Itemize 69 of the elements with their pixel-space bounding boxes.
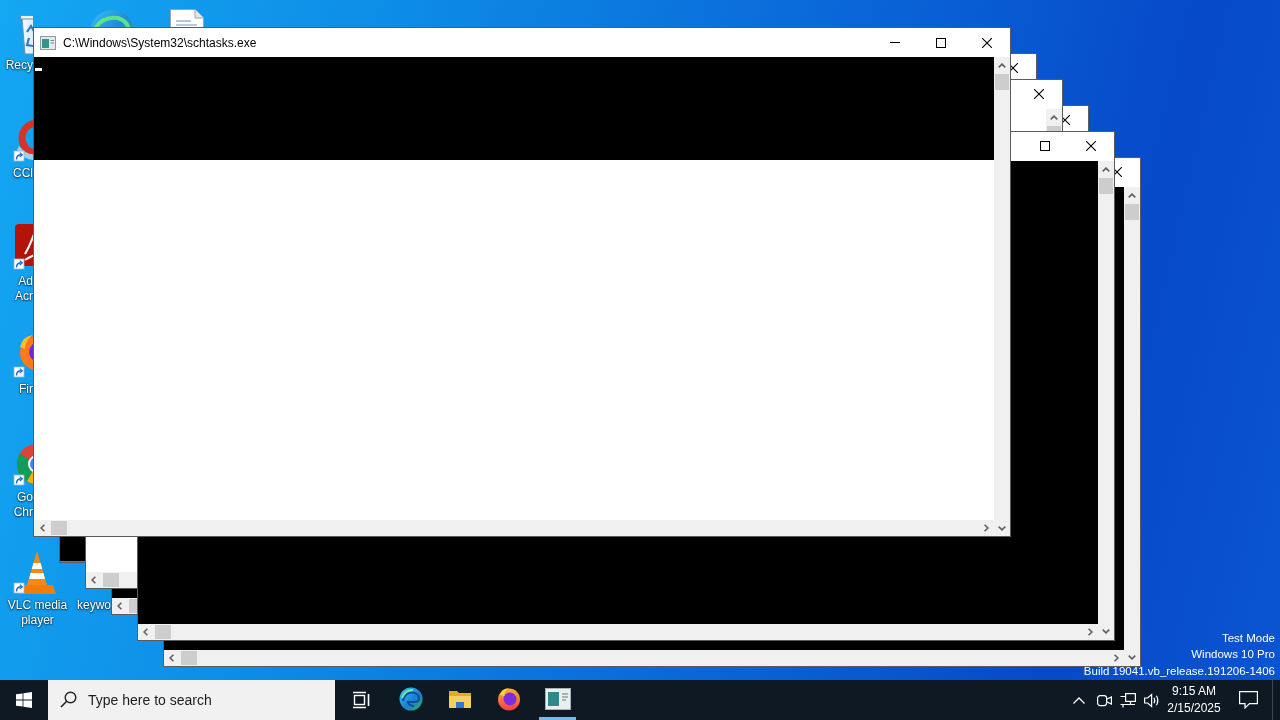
icon-label: Go Chr: [12, 490, 33, 520]
scroll-thumb[interactable]: [155, 625, 171, 639]
scroll-thumb[interactable]: [129, 599, 137, 613]
windows-logo-icon[interactable]: [16, 692, 32, 708]
vertical-scrollbar[interactable]: [1046, 109, 1062, 131]
chevron-right-icon: [1114, 654, 1119, 662]
chevron-up-icon[interactable]: [1073, 696, 1085, 704]
speaker-icon[interactable]: [1144, 692, 1160, 708]
horizontal-scrollbar[interactable]: [86, 572, 137, 588]
folder-icon[interactable]: [447, 688, 472, 709]
close-icon: [1011, 63, 1018, 73]
window-title: C:\Windows\System32\schtasks.exe: [63, 35, 257, 50]
vertical-scrollbar[interactable]: [994, 57, 1010, 536]
camera-icon[interactable]: [1096, 692, 1112, 708]
scroll-thumb[interactable]: [995, 74, 1009, 90]
close-icon: [1086, 141, 1096, 151]
maximize-icon: [1040, 141, 1050, 151]
chevron-left-icon: [39, 524, 45, 532]
scroll-thumb[interactable]: [103, 573, 119, 587]
close-icon: [1034, 89, 1044, 99]
vertical-scrollbar[interactable]: [1098, 161, 1114, 640]
icon-label: CCl: [12, 166, 33, 181]
scroll-thumb[interactable]: [1047, 126, 1061, 131]
chevron-up-icon: [1128, 193, 1136, 198]
vertical-scrollbar[interactable]: [1124, 187, 1140, 666]
chevron-left-icon: [169, 654, 174, 662]
icon-label: VLC media player: [6, 598, 69, 628]
close-icon: [1115, 167, 1122, 177]
swirl-icon[interactable]: [398, 686, 423, 711]
scroll-thumb[interactable]: [1099, 178, 1113, 194]
network-icon[interactable]: [1120, 692, 1136, 708]
horizontal-scrollbar[interactable]: [34, 520, 994, 536]
icon-label: Ad Acr: [14, 274, 33, 304]
system-info-text: Build 19041.vb_release.191206-1406: [1083, 663, 1275, 679]
speech-bubble-icon[interactable]: [1238, 691, 1258, 709]
chevron-left-icon: [143, 628, 148, 636]
search-icon: [60, 691, 77, 708]
app-icon[interactable]: [13, 224, 33, 272]
scroll-thumb[interactable]: [51, 521, 67, 535]
console-icon[interactable]: [544, 687, 571, 710]
chevron-right-icon: [983, 524, 989, 532]
minimize-icon: [890, 42, 900, 43]
horizontal-scrollbar[interactable]: [164, 650, 1124, 666]
icon-label: Recy: [4, 58, 33, 73]
scroll-thumb[interactable]: [181, 651, 197, 665]
icon-label: Fir: [18, 382, 33, 397]
horizontal-scrollbar[interactable]: [138, 624, 1098, 640]
chevron-down-icon: [998, 525, 1006, 531]
chevron-down-icon: [1128, 655, 1136, 660]
chevron-down-icon: [1102, 629, 1110, 634]
close-icon: [982, 37, 992, 48]
scroll-thumb[interactable]: [1125, 204, 1139, 220]
system-info-text: Test Mode: [1221, 630, 1275, 646]
chevron-up-icon: [1102, 167, 1110, 172]
chevron-left-icon: [91, 576, 96, 584]
chevron-up-icon: [1050, 115, 1058, 120]
system-info-text: Windows 10 Pro: [1191, 647, 1275, 662]
close-icon: [1063, 115, 1070, 125]
search-field[interactable]: Type here to search: [48, 680, 335, 720]
horizontal-scrollbar[interactable]: [112, 598, 137, 614]
console-icon: [40, 35, 56, 50]
chevron-up-icon: [998, 62, 1006, 68]
task-view-icon[interactable]: [351, 691, 370, 709]
chevron-left-icon: [117, 602, 122, 610]
icon-label: keywo: [76, 598, 111, 613]
clock-button[interactable]: 9:15 AM 2/15/2025: [1164, 680, 1224, 720]
maximize-icon: [936, 37, 946, 48]
chevron-right-icon: [1088, 628, 1093, 636]
fox-globe-icon[interactable]: [496, 686, 521, 711]
